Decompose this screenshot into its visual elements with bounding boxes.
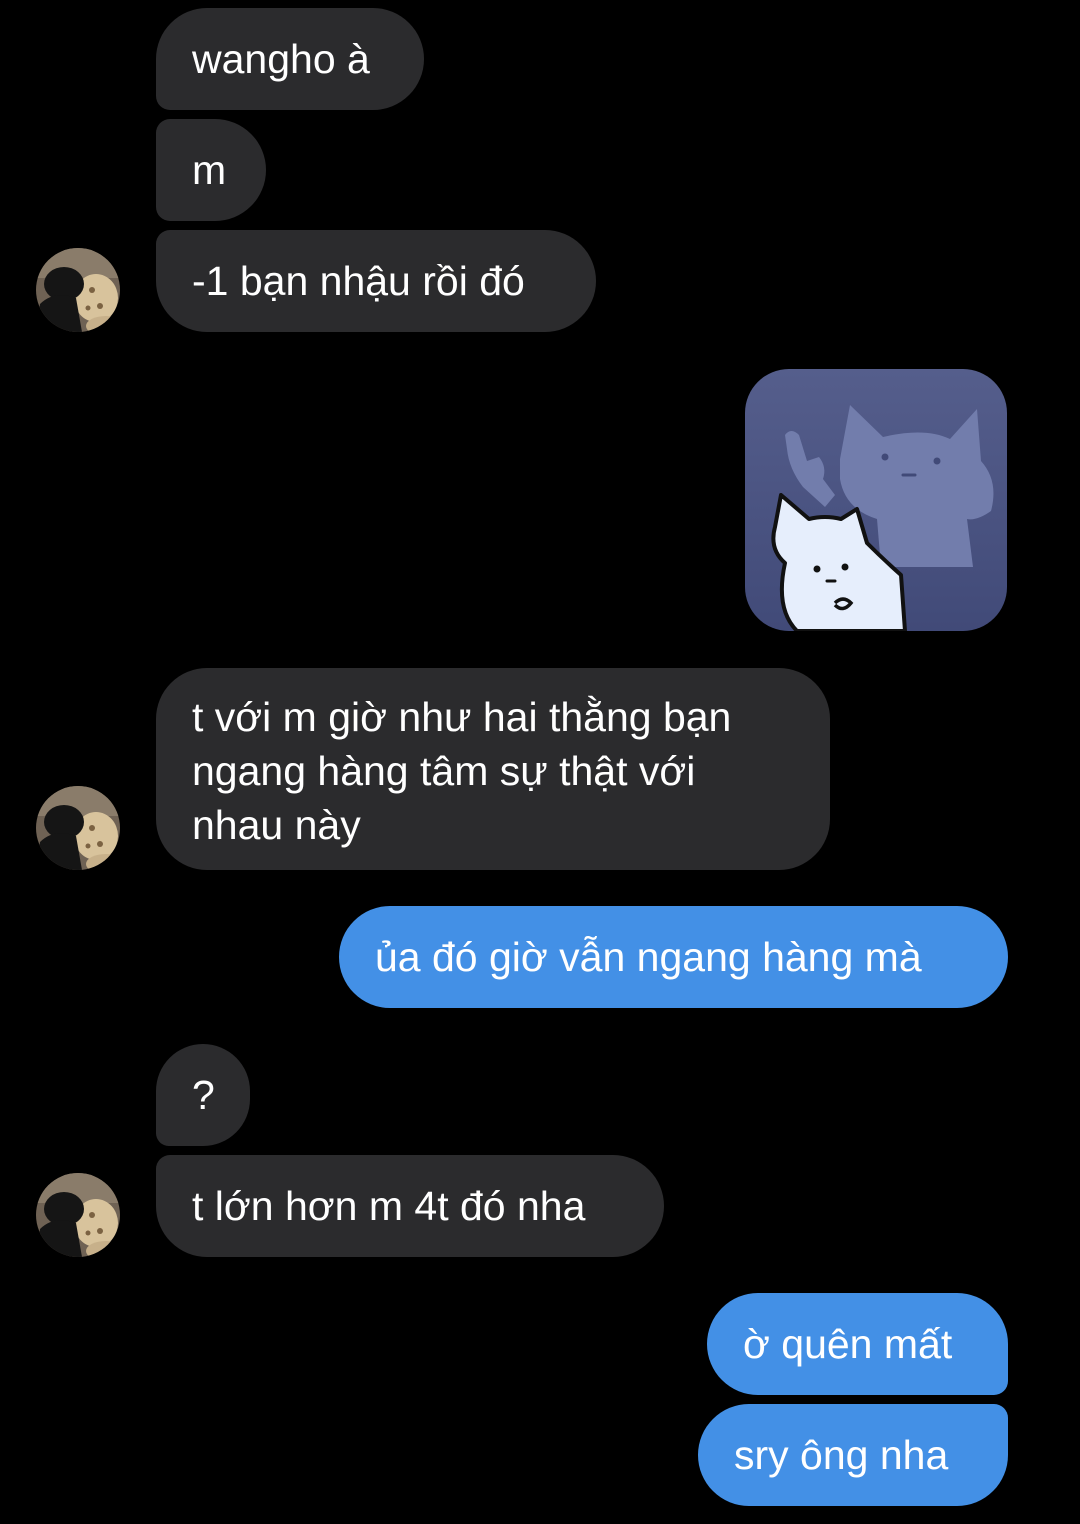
message-bubble-incoming[interactable]: m bbox=[156, 119, 266, 221]
message-bubble-outgoing[interactable]: ủa đó giờ vẫn ngang hàng mà bbox=[339, 906, 1008, 1008]
message-bubble-incoming[interactable]: wangho à bbox=[156, 8, 424, 110]
message-text: t lớn hơn m 4t đó nha bbox=[192, 1183, 586, 1229]
message-text: wangho à bbox=[192, 36, 370, 82]
message-text: -1 bạn nhậu rồi đó bbox=[192, 258, 525, 304]
message-text: ủa đó giờ vẫn ngang hàng mà bbox=[375, 934, 922, 980]
message-bubble-incoming[interactable]: ? bbox=[156, 1044, 250, 1146]
message-bubble-incoming[interactable]: t lớn hơn m 4t đó nha bbox=[156, 1155, 664, 1257]
message-text: t với m giờ như hai thằng bạn ngang hàng… bbox=[192, 694, 732, 848]
avatar[interactable] bbox=[36, 1173, 120, 1257]
message-text: ? bbox=[192, 1072, 215, 1118]
message-bubble-incoming[interactable]: t với m giờ như hai thằng bạn ngang hàng… bbox=[156, 668, 830, 870]
message-text: ờ quên mất bbox=[743, 1321, 953, 1367]
message-bubble-incoming[interactable]: -1 bạn nhậu rồi đó bbox=[156, 230, 596, 332]
avatar[interactable] bbox=[36, 786, 120, 870]
message-text: m bbox=[192, 147, 227, 193]
cat-sticker-icon bbox=[745, 369, 1007, 631]
avatar[interactable] bbox=[36, 248, 120, 332]
message-bubble-outgoing[interactable]: sry ông nha bbox=[698, 1404, 1008, 1506]
cat-sticker[interactable] bbox=[745, 369, 1007, 631]
message-text: sry ông nha bbox=[734, 1432, 949, 1478]
message-bubble-outgoing[interactable]: ờ quên mất bbox=[707, 1293, 1008, 1395]
